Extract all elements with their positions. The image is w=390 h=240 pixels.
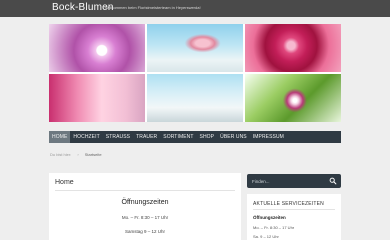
top-bar: Bock-Blumen Willkommen beim Floristmeist… <box>0 0 390 17</box>
page-title: Home <box>55 179 74 186</box>
service-times-widget: AKTUELLE SERVICEZEITEN Öffnungszeiten Mo… <box>247 194 341 240</box>
search-input[interactable] <box>249 176 324 186</box>
nav-item-impressum[interactable]: IMPRESSUM <box>250 131 287 143</box>
table-bouquet-image <box>147 24 243 72</box>
widget-weekdays: Mo. – Fr. 8:30 – 17 Uhr <box>253 225 295 230</box>
divider <box>55 190 235 191</box>
breadcrumb-home[interactable]: Du bist hier: <box>50 152 71 157</box>
site-tagline: Willkommen beim Floristmeisterteam in He… <box>105 5 201 10</box>
table-setting-image <box>147 74 243 122</box>
breadcrumb-separator-icon: › <box>77 152 79 157</box>
pink-rose-image <box>245 24 341 72</box>
search-icon[interactable] <box>329 177 337 185</box>
header-banner <box>49 24 341 122</box>
widget-saturday: Sa. 9 – 12 Uhr <box>253 234 279 239</box>
nav-item-strauss[interactable]: STRAUSS <box>103 131 133 143</box>
nav-item-sortiment[interactable]: SORTIMENT <box>160 131 196 143</box>
nav-item-trauer[interactable]: TRAUER <box>133 131 160 143</box>
hours-saturday: Samstag 9 – 12 Uhr <box>124 229 166 234</box>
pink-flower-image <box>49 24 145 72</box>
nav-item-ueber-uns[interactable]: ÜBER UNS <box>217 131 250 143</box>
nav-item-shop[interactable]: SHOP <box>197 131 218 143</box>
breadcrumb: Du bist hier: › Startseite <box>50 152 102 157</box>
nav-item-home[interactable]: HOME <box>49 131 71 143</box>
breadcrumb-current: Startseite <box>84 152 102 157</box>
hours-heading: Öffnungszeiten <box>121 199 169 206</box>
widget-subtitle: Öffnungszeiten <box>253 215 286 220</box>
main-nav: HOME HOCHZEIT STRAUSS TRAUER SORTIMENT S… <box>49 131 341 143</box>
search-box <box>247 174 341 188</box>
widget-title: AKTUELLE SERVICEZEITEN <box>253 201 324 207</box>
divider <box>253 209 335 210</box>
hours-weekdays: Mo. – Fr. 8:30 – 17 Uhr <box>121 215 169 220</box>
leaf-flower-image <box>245 74 341 122</box>
main-content: Home Öffnungszeiten Mo. – Fr. 8:30 – 17 … <box>49 173 241 240</box>
nav-item-hochzeit[interactable]: HOCHZEIT <box>70 131 102 143</box>
champagne-image <box>49 74 145 122</box>
